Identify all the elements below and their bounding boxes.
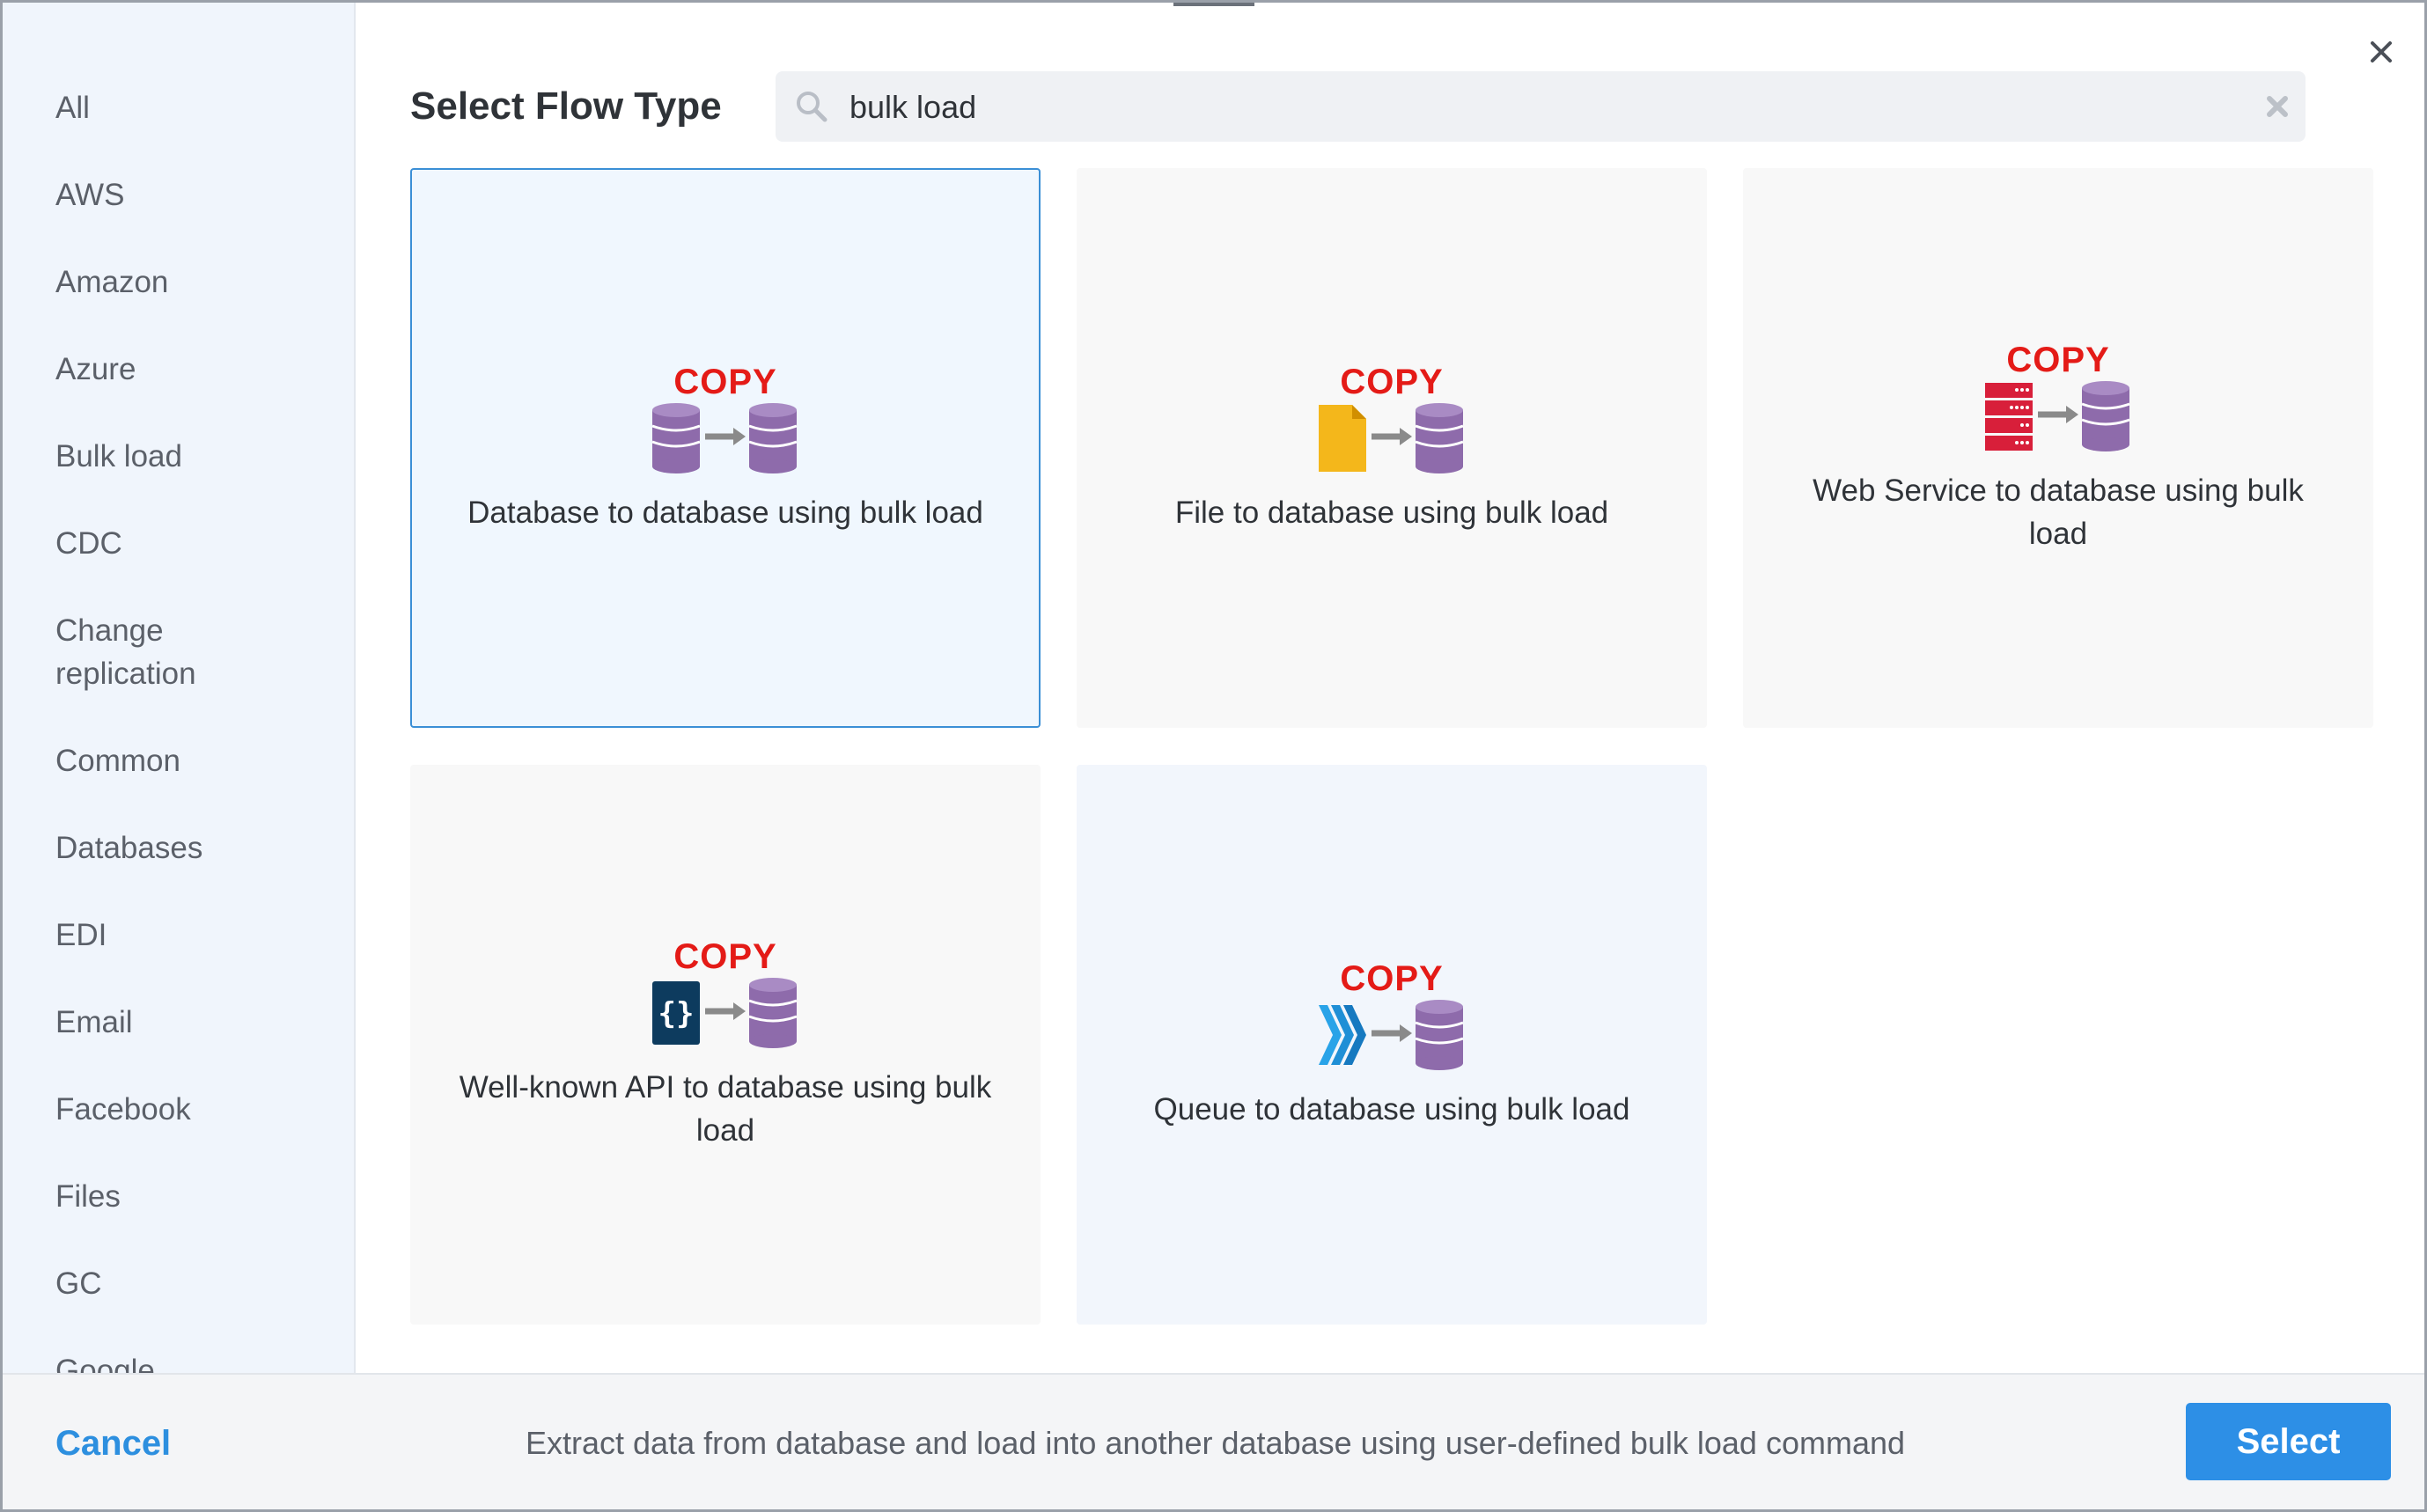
search-box bbox=[776, 71, 2306, 143]
arrow-right-icon bbox=[705, 1002, 746, 1020]
api-to-database-icon: {} bbox=[652, 978, 798, 1048]
select-flow-type-dialog: All AWS Amazon Azure Bulk load CDC Chang… bbox=[0, 0, 2427, 1512]
flow-card-database-to-database[interactable]: COPY Database to database using bulk loa… bbox=[410, 168, 1041, 728]
api-braces-icon: {} bbox=[652, 981, 700, 1045]
flow-card-label: Web Service to database using bulk load bbox=[1813, 473, 2304, 551]
sidebar-item-amazon[interactable]: Amazon bbox=[3, 261, 320, 304]
queue-icon bbox=[1319, 1004, 1366, 1065]
flow-card-queue-to-database[interactable]: COPY Queue to database using bulk load bbox=[1077, 765, 1707, 1325]
copy-label: COPY bbox=[1340, 362, 1444, 401]
dialog-title: Select Flow Type bbox=[410, 84, 722, 128]
flow-card-web-service-to-database[interactable]: COPY Web Service to database using bulk … bbox=[1743, 168, 2373, 728]
database-icon bbox=[2081, 381, 2130, 451]
sidebar-item-bulk-load[interactable]: Bulk load bbox=[3, 435, 320, 478]
search-input[interactable] bbox=[848, 71, 2225, 143]
queue-to-database-icon bbox=[1319, 999, 1464, 1070]
search-icon bbox=[797, 92, 827, 122]
database-icon bbox=[1415, 402, 1464, 473]
clear-search-icon[interactable] bbox=[2265, 94, 2290, 119]
flow-card-label: File to database using bulk load bbox=[1174, 495, 1609, 530]
file-to-database-icon bbox=[1319, 402, 1464, 473]
database-icon bbox=[1415, 999, 1464, 1070]
sidebar-item-edi[interactable]: EDI bbox=[3, 914, 320, 957]
sidebar-item-email[interactable]: Email bbox=[3, 1001, 320, 1044]
arrow-right-icon bbox=[1372, 427, 1412, 445]
database-to-database-icon bbox=[651, 402, 798, 473]
database-icon bbox=[748, 978, 798, 1048]
flow-card-label: Queue to database using bulk load bbox=[1153, 1091, 1630, 1127]
server-icon bbox=[1985, 383, 2033, 451]
sidebar-item-common[interactable]: Common bbox=[3, 739, 320, 782]
sidebar-item-all[interactable]: All bbox=[3, 86, 320, 129]
database-icon bbox=[651, 402, 701, 473]
flow-card-file-to-database[interactable]: COPY File to database using bulk load bbox=[1077, 168, 1707, 728]
flow-card-label: Well-known API to database using bulk lo… bbox=[459, 1070, 992, 1148]
sidebar-item-aws[interactable]: AWS bbox=[3, 173, 320, 217]
arrow-right-icon bbox=[1372, 1024, 1412, 1042]
sidebar-item-facebook[interactable]: Facebook bbox=[3, 1088, 320, 1131]
svg-text:{}: {} bbox=[658, 996, 695, 1031]
database-icon bbox=[748, 402, 798, 473]
cancel-button[interactable]: Cancel bbox=[55, 1419, 171, 1468]
dialog-drag-handle bbox=[1173, 3, 1254, 6]
sidebar-item-cdc[interactable]: CDC bbox=[3, 522, 320, 565]
select-button[interactable]: Select bbox=[2186, 1403, 2391, 1480]
copy-label: COPY bbox=[673, 937, 777, 976]
arrow-right-icon bbox=[705, 427, 746, 445]
close-icon[interactable] bbox=[2365, 36, 2397, 68]
sidebar-item-azure[interactable]: Azure bbox=[3, 348, 320, 391]
web-service-to-database-icon bbox=[1985, 381, 2130, 451]
arrow-right-icon bbox=[2038, 406, 2078, 423]
sidebar-item-change-replication[interactable]: Change replication bbox=[3, 609, 232, 695]
copy-label: COPY bbox=[673, 362, 777, 401]
sidebar-item-gc[interactable]: GC bbox=[3, 1262, 320, 1305]
sidebar-item-databases[interactable]: Databases bbox=[3, 826, 320, 870]
flow-card-label: Database to database using bulk load bbox=[467, 495, 983, 530]
flow-card-well-known-api-to-database[interactable]: COPY {} Well-known API to database using… bbox=[410, 765, 1041, 1325]
category-sidebar: All AWS Amazon Azure Bulk load CDC Chang… bbox=[3, 3, 356, 1378]
file-icon bbox=[1319, 404, 1366, 472]
dialog-footer: Cancel Extract data from database and lo… bbox=[3, 1373, 2424, 1509]
sidebar-item-files[interactable]: Files bbox=[3, 1175, 320, 1218]
copy-label: COPY bbox=[1340, 958, 1444, 998]
flow-description: Extract data from database and load into… bbox=[526, 1425, 1906, 1461]
copy-label: COPY bbox=[2006, 341, 2110, 379]
